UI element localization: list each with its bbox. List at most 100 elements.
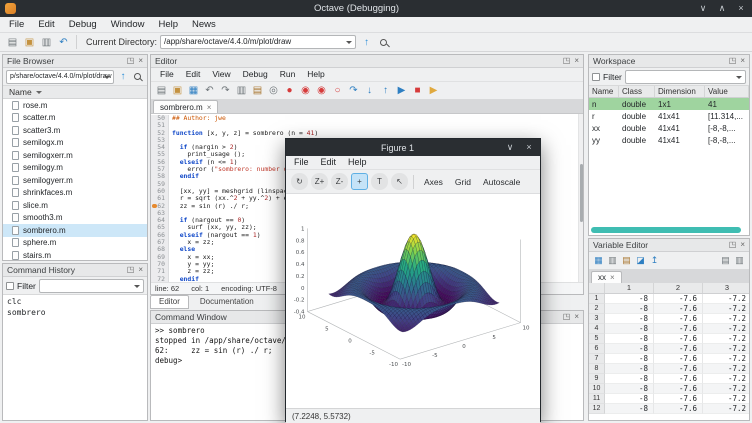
grid-button[interactable]: Grid: [450, 175, 476, 189]
select-icon[interactable]: ↖: [391, 173, 408, 190]
save-icon[interactable]: ▦: [592, 254, 605, 267]
close-icon[interactable]: [574, 311, 579, 323]
new-script-icon[interactable]: ▤: [5, 35, 20, 50]
columns-view-icon[interactable]: ▥: [733, 254, 746, 267]
undock-icon[interactable]: [563, 55, 571, 67]
undock-icon[interactable]: [127, 264, 135, 276]
column-header[interactable]: Value: [705, 86, 749, 97]
new-script-icon[interactable]: ▤: [154, 83, 169, 98]
close-icon[interactable]: [740, 239, 745, 251]
menu-item[interactable]: Window: [104, 17, 152, 32]
rotate-icon[interactable]: ↻: [291, 173, 308, 190]
file-list-item[interactable]: scatter3.m: [3, 124, 147, 137]
menu-item[interactable]: Help: [151, 17, 185, 32]
rows-view-icon[interactable]: ▤: [719, 254, 732, 267]
editor-scrollbar[interactable]: [578, 114, 583, 282]
close-button[interactable]: ×: [523, 142, 535, 153]
file-list-item[interactable]: semilogyerr.m: [3, 174, 147, 187]
paste-icon[interactable]: ▤: [620, 254, 633, 267]
file-list-item[interactable]: sphere.m: [3, 237, 147, 250]
horizontal-scrollbar[interactable]: [591, 227, 741, 233]
n[interactable]: n double 1x1 41: [589, 98, 749, 110]
menu-item[interactable]: Edit: [31, 17, 61, 32]
menu-item[interactable]: File: [2, 17, 31, 32]
undock-icon[interactable]: [729, 239, 737, 251]
step-in-icon[interactable]: ↓: [362, 83, 377, 98]
history-item[interactable]: sombrero: [3, 307, 147, 318]
file-list-item[interactable]: rose.m: [3, 99, 147, 112]
undock-button[interactable]: ∨: [504, 142, 516, 153]
undock-icon[interactable]: [729, 55, 737, 67]
undo-icon[interactable]: ↶: [202, 83, 217, 98]
zoom-in-icon[interactable]: Z+: [311, 173, 328, 190]
copy-icon[interactable]: ▥: [606, 254, 619, 267]
column-header[interactable]: Class: [619, 86, 655, 97]
open-file-icon[interactable]: ▣: [22, 35, 37, 50]
menu-item[interactable]: File: [288, 155, 315, 170]
continue-icon[interactable]: ▶: [394, 83, 409, 98]
menu-item[interactable]: Debug: [62, 17, 104, 32]
quit-debug-icon[interactable]: ■: [410, 83, 425, 98]
find-icon[interactable]: ◎: [266, 83, 281, 98]
close-icon[interactable]: [138, 55, 143, 67]
step-out-icon[interactable]: ↑: [378, 83, 393, 98]
menu-item[interactable]: Run: [274, 67, 302, 82]
figure-window[interactable]: Figure 1 ∨× FileEditHelp ↻Z+Z-+T↖ AxesGr…: [285, 138, 541, 422]
close-icon[interactable]: [574, 55, 579, 67]
previous-breakpoint-icon[interactable]: ◉: [314, 83, 329, 98]
next-breakpoint-icon[interactable]: ◉: [298, 83, 313, 98]
file-list-item[interactable]: scatter.m: [3, 112, 147, 125]
editor-tab[interactable]: sombrero.m ×: [153, 100, 218, 113]
menu-item[interactable]: Debug: [237, 67, 274, 82]
file-list-item[interactable]: sombrero.m: [3, 224, 147, 237]
file-list-item[interactable]: slice.m: [3, 199, 147, 212]
close-button[interactable]: ×: [735, 3, 747, 14]
menu-item[interactable]: News: [185, 17, 223, 32]
history-item[interactable]: clc: [3, 296, 147, 307]
filter-checkbox[interactable]: [592, 73, 600, 81]
directory-up-icon[interactable]: ↑: [117, 69, 129, 84]
step-icon[interactable]: ↷: [346, 83, 361, 98]
run-file-icon[interactable]: ▶: [426, 83, 441, 98]
toggle-breakpoint-icon[interactable]: ●: [282, 83, 297, 98]
file-list-item[interactable]: semilogy.m: [3, 162, 147, 175]
path-combo[interactable]: p/share/octave/4.4.0/m/plot/draw: [6, 70, 114, 84]
tab-editor[interactable]: Editor: [150, 295, 189, 309]
copy-icon[interactable]: ▥: [234, 83, 249, 98]
breakpoint-marker-icon[interactable]: [152, 204, 157, 209]
figure-plot-area[interactable]: [286, 194, 540, 408]
figure-canvas[interactable]: [286, 194, 540, 408]
open-file-icon[interactable]: ▣: [170, 83, 185, 98]
menu-item[interactable]: View: [206, 67, 236, 82]
close-icon[interactable]: [740, 55, 745, 67]
directory-up-icon[interactable]: ↑: [359, 35, 374, 50]
insert-text-icon[interactable]: T: [371, 173, 388, 190]
close-tab-icon[interactable]: ×: [610, 273, 615, 282]
file-list-item[interactable]: smooth3.m: [3, 212, 147, 225]
close-icon[interactable]: [138, 264, 143, 276]
tab-documentation[interactable]: Documentation: [191, 295, 263, 309]
file-list-item[interactable]: stairs.m: [3, 249, 147, 260]
figure-titlebar[interactable]: Figure 1 ∨×: [286, 139, 540, 156]
filter-combo[interactable]: [39, 279, 144, 293]
name-column-header[interactable]: Name: [3, 86, 147, 99]
code-line[interactable]: 52function [x, y, z] = sombrero (n = 41): [151, 130, 583, 137]
file-list-item[interactable]: shrinkfaces.m: [3, 187, 147, 200]
minimize-button[interactable]: ∨: [697, 3, 709, 14]
menu-item[interactable]: File: [154, 67, 180, 82]
menu-item[interactable]: Help: [342, 155, 373, 170]
plot-icon[interactable]: ◪: [634, 254, 647, 267]
undo-icon[interactable]: ↶: [56, 35, 71, 50]
menu-item[interactable]: Edit: [315, 155, 343, 170]
axes-button[interactable]: Axes: [419, 175, 448, 189]
paste-icon[interactable]: ▤: [250, 83, 265, 98]
file-list-item[interactable]: semilogx.m: [3, 137, 147, 150]
paste-icon[interactable]: ▥: [39, 35, 54, 50]
r[interactable]: r double 41x41 [11.314,...: [589, 110, 749, 122]
yy[interactable]: yy double 41x41 [-8,-8,...: [589, 134, 749, 146]
variable-grid[interactable]: 1231-8-7.6-7.22-8-7.6-7.23-8-7.6-7.24-8-…: [589, 283, 749, 420]
titlebar[interactable]: Octave (Debugging) ∨∧×: [0, 0, 752, 17]
close-tab-icon[interactable]: ×: [207, 103, 212, 112]
remove-breakpoints-icon[interactable]: ○: [330, 83, 345, 98]
redo-icon[interactable]: ↷: [218, 83, 233, 98]
